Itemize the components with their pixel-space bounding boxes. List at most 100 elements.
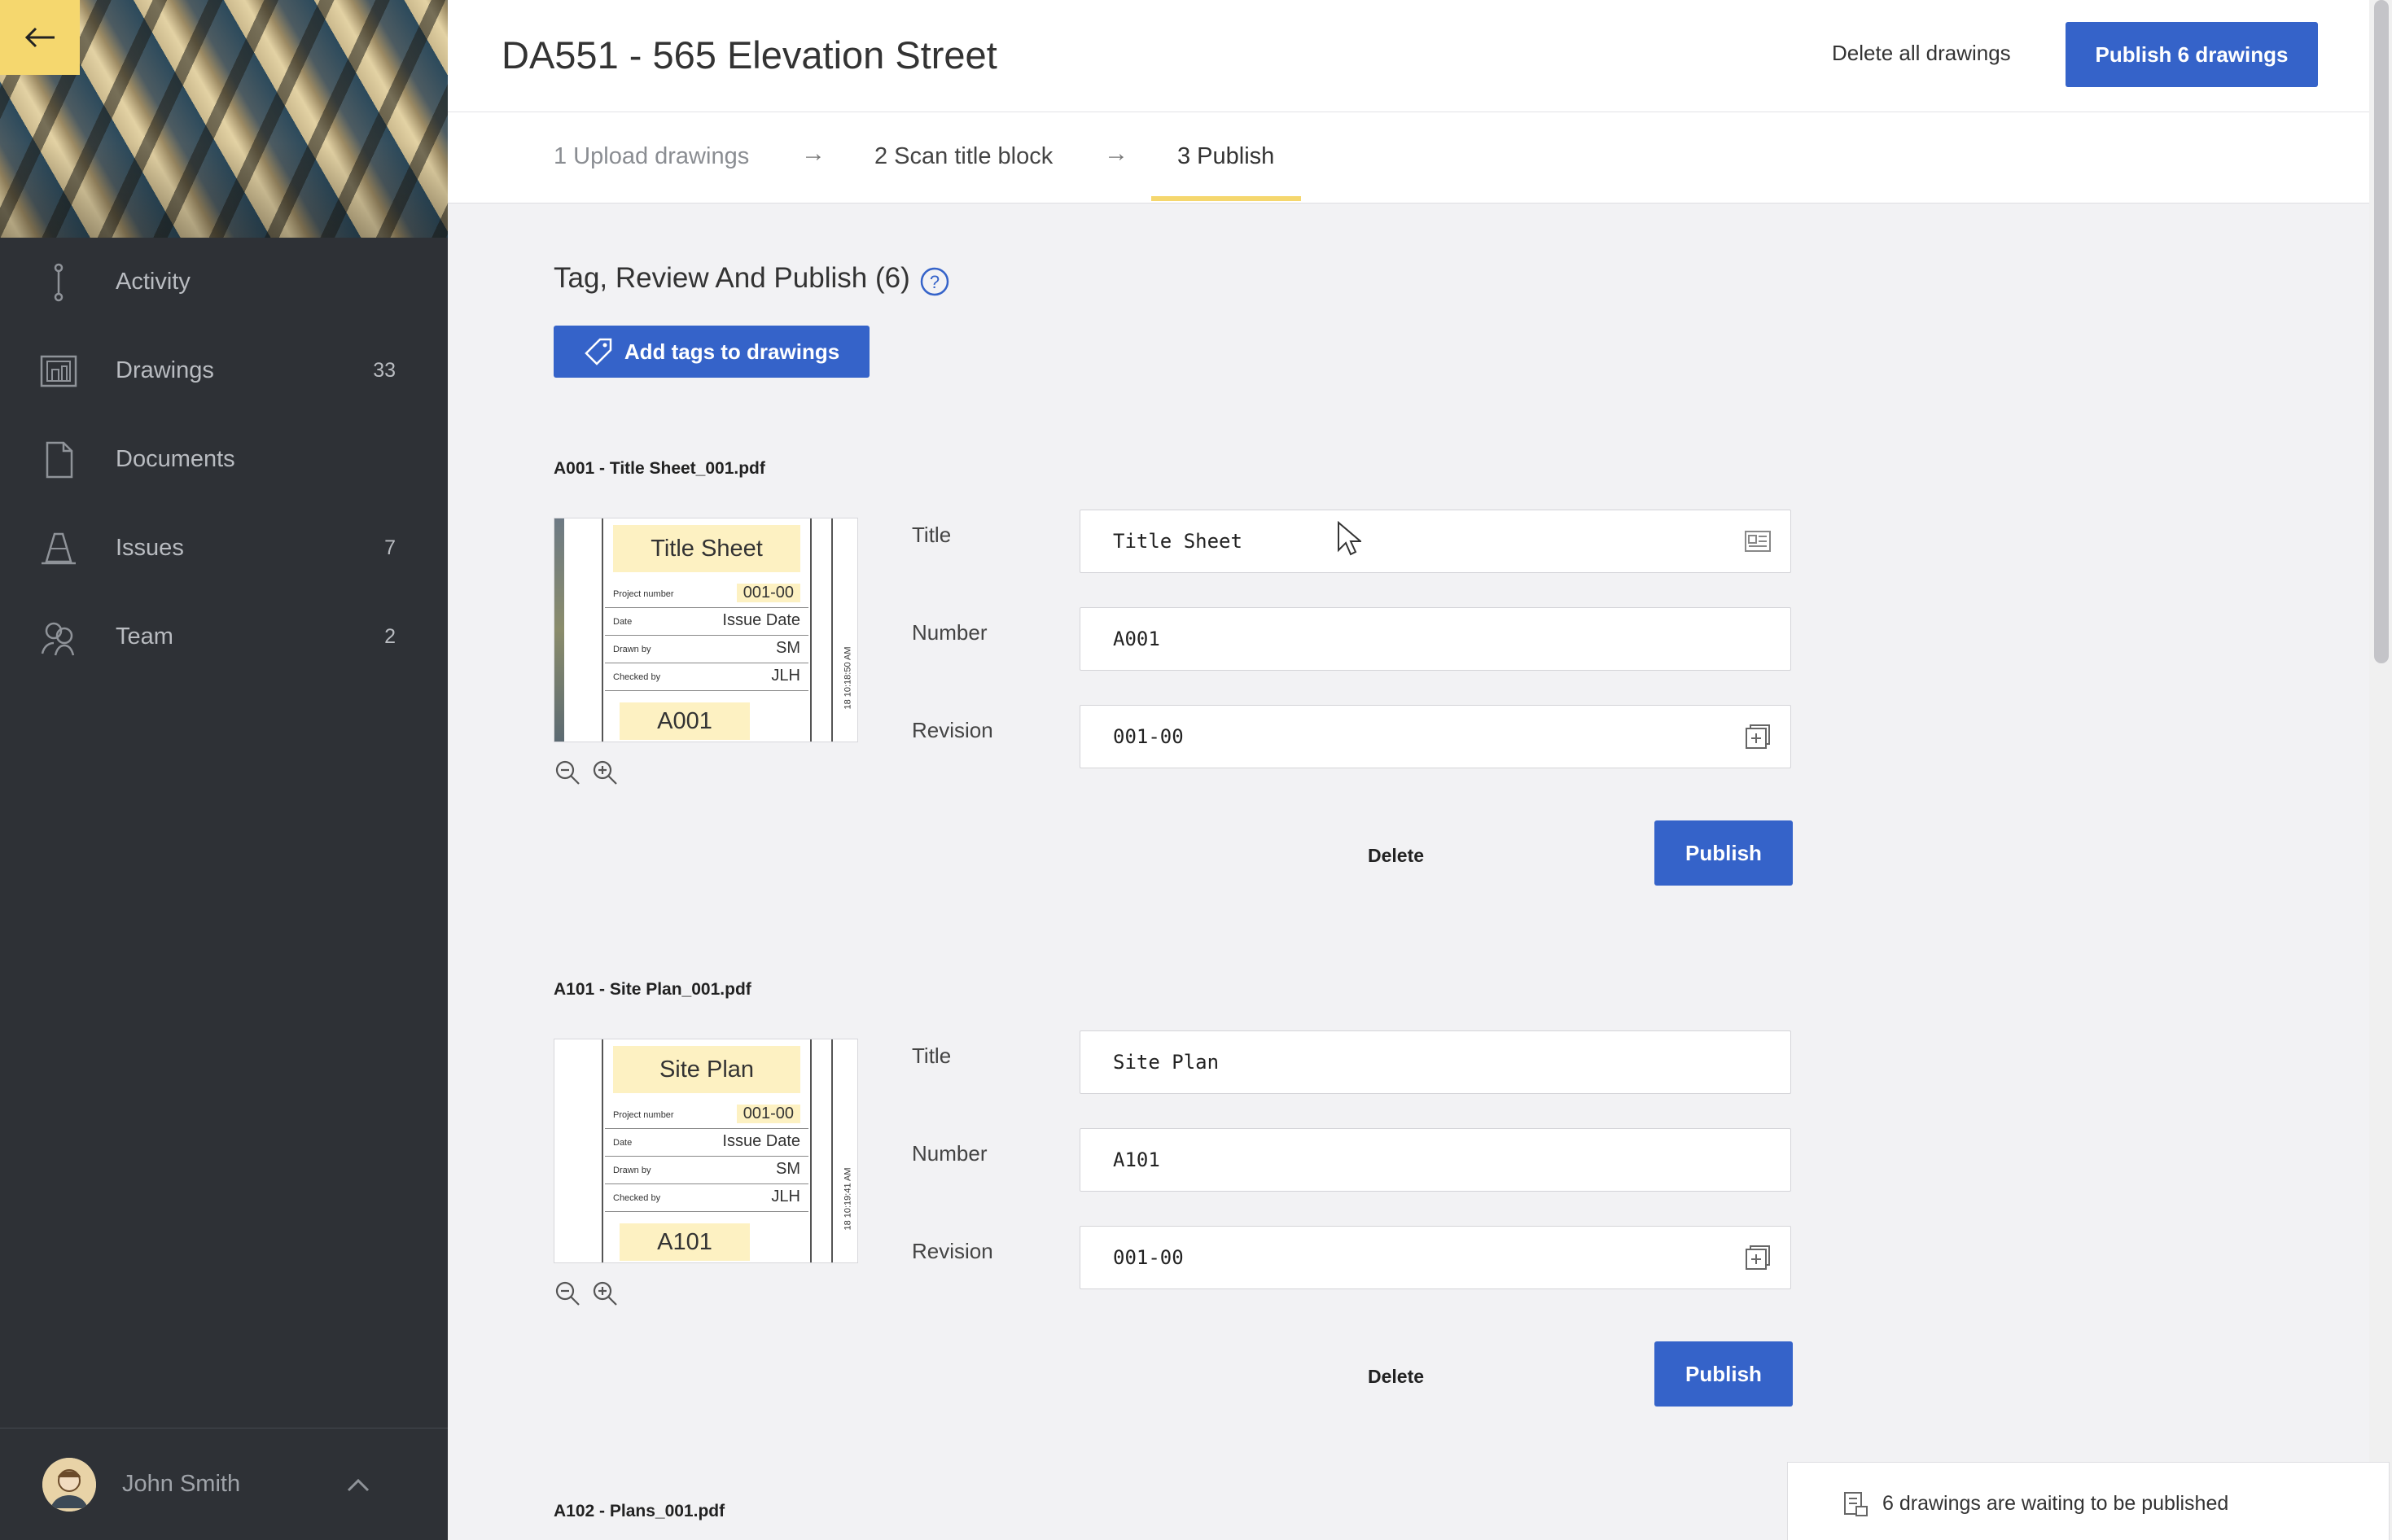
delete-all-drawings-link[interactable]: Delete all drawings: [1832, 41, 2011, 66]
help-icon[interactable]: ?: [920, 267, 949, 296]
step-scan-title-block[interactable]: 2 Scan title block: [874, 143, 1053, 170]
thumbnail-title: Title Sheet: [613, 525, 800, 572]
thumbnail-row-key: Project number: [613, 589, 674, 599]
zoom-in-icon[interactable]: [591, 759, 619, 786]
sidebar-item-label: Activity: [116, 269, 191, 295]
thumbnail-number: A001: [620, 702, 750, 740]
sidebar-item-count: 33: [373, 359, 396, 382]
sidebar-item-count: 2: [384, 625, 396, 648]
thumbnail-row: Date Issue Date: [605, 1129, 808, 1157]
thumbnail-row-key: Date: [613, 1138, 633, 1148]
publish-all-button[interactable]: Publish 6 drawings: [2066, 22, 2318, 87]
activity-icon: [39, 263, 78, 302]
scrollbar-thumb[interactable]: [2374, 0, 2389, 663]
number-input[interactable]: [1080, 607, 1791, 671]
revision-label: Revision: [912, 718, 993, 742]
revision-label: Revision: [912, 1239, 993, 1263]
drawing-thumbnail[interactable]: 18 10:19:41 AM Site Plan Project number 0…: [554, 1039, 858, 1263]
team-icon: [39, 618, 78, 657]
zoom-out-icon[interactable]: [554, 1280, 581, 1307]
user-menu[interactable]: John Smith: [0, 1428, 448, 1540]
mouse-cursor-icon: [1338, 521, 1361, 556]
sidebar-nav: Activity Drawings 33 Documents Issues 7: [0, 238, 448, 681]
thumbnail-row-value: SM: [776, 1160, 800, 1178]
drawing-file-name: A102 - Plans_001.pdf: [554, 1502, 725, 1520]
number-label: Number: [912, 620, 988, 645]
title-label: Title: [912, 1043, 952, 1068]
sidebar-item-label: Documents: [116, 446, 235, 472]
tag-icon: [585, 338, 612, 365]
zoom-in-icon[interactable]: [591, 1280, 619, 1307]
add-revision-icon[interactable]: [1744, 723, 1772, 750]
thumbnail-row-value: Issue Date: [722, 1132, 800, 1150]
thumbnail-row-key: Drawn by: [613, 645, 651, 654]
title-input[interactable]: [1080, 1030, 1791, 1094]
thumbnail-timestamp: 18 10:19:41 AM: [843, 1167, 853, 1231]
drawings-queue-icon: [1844, 1492, 1868, 1516]
drawing-file-name: A001 - Title Sheet_001.pdf: [554, 459, 765, 478]
add-revision-icon[interactable]: [1744, 1244, 1772, 1271]
drawing-thumbnail[interactable]: 18 10:18:50 AM Title Sheet Project numbe…: [554, 518, 858, 742]
scrollbar[interactable]: [2369, 0, 2392, 1540]
thumbnail-edge-strip: [554, 518, 564, 742]
chevron-up-icon[interactable]: [347, 1477, 370, 1492]
thumbnail-border-line: [831, 1039, 833, 1262]
thumbnail-row: Project number 001-00: [605, 1101, 808, 1129]
title-input[interactable]: [1080, 510, 1791, 573]
thumbnail-row-value: Issue Date: [722, 611, 800, 629]
add-tags-label: Add tags to drawings: [624, 339, 840, 364]
title-label: Title: [912, 523, 952, 547]
number-input[interactable]: [1080, 1128, 1791, 1192]
active-step-indicator: [1151, 196, 1301, 201]
step-upload-drawings[interactable]: 1 Upload drawings: [554, 143, 749, 170]
publish-drawing-button[interactable]: Publish: [1654, 820, 1793, 886]
main-content: DA551 - 565 Elevation Street Delete all …: [448, 0, 2392, 1540]
publish-drawing-button[interactable]: Publish: [1654, 1341, 1793, 1407]
sidebar-item-label: Drawings: [116, 357, 214, 383]
thumbnail-row: Drawn by SM: [605, 1157, 808, 1184]
thumbnail-row: Checked by JLH: [605, 663, 808, 691]
step-arrow-icon: →: [801, 140, 826, 167]
sidebar-item-drawings[interactable]: Drawings 33: [0, 326, 448, 415]
thumbnail-row-key: Drawn by: [613, 1166, 651, 1175]
page-header: DA551 - 565 Elevation Street Delete all …: [448, 0, 2369, 112]
thumbnail-row-key: Project number: [613, 1110, 674, 1120]
add-tags-button[interactable]: Add tags to drawings: [554, 326, 870, 378]
title-block-card-icon[interactable]: [1744, 527, 1772, 555]
back-button[interactable]: [0, 0, 80, 75]
document-icon: [39, 440, 78, 479]
drawing-file-name: A101 - Site Plan_001.pdf: [554, 980, 751, 999]
sidebar-item-label: Team: [116, 623, 173, 650]
number-label: Number: [912, 1141, 988, 1166]
thumbnail-number: A101: [620, 1223, 750, 1261]
thumbnail-row: Date Issue Date: [605, 608, 808, 636]
thumbnail-row-value: 001-00: [736, 584, 800, 602]
zoom-out-icon[interactable]: [554, 759, 581, 786]
section-title: Tag, Review And Publish (6): [554, 262, 910, 294]
revision-input[interactable]: [1080, 705, 1791, 768]
sidebar-item-team[interactable]: Team 2: [0, 593, 448, 681]
publish-status-toast: 6 drawings are waiting to be published: [1787, 1462, 2390, 1540]
thumbnail-row: Drawn by SM: [605, 636, 808, 663]
thumbnail-title: Site Plan: [613, 1046, 800, 1093]
thumbnail-row-key: Date: [613, 617, 633, 627]
delete-drawing-button[interactable]: Delete: [1368, 1366, 1424, 1388]
svg-text:?: ?: [930, 272, 940, 292]
sidebar: Activity Drawings 33 Documents Issues 7: [0, 0, 448, 1540]
step-publish[interactable]: 3 Publish: [1177, 143, 1274, 170]
thumbnail-row-key: Checked by: [613, 672, 661, 682]
drawings-icon: [39, 352, 78, 391]
thumbnail-row-value: SM: [776, 639, 800, 657]
thumbnail-timestamp: 18 10:18:50 AM: [843, 646, 853, 710]
thumbnail-row: Checked by JLH: [605, 1184, 808, 1212]
delete-drawing-button[interactable]: Delete: [1368, 845, 1424, 867]
sidebar-item-documents[interactable]: Documents: [0, 415, 448, 504]
sidebar-item-issues[interactable]: Issues 7: [0, 504, 448, 593]
thumbnail-row-value: 001-00: [736, 1105, 800, 1123]
revision-input[interactable]: [1080, 1226, 1791, 1289]
sidebar-item-label: Issues: [116, 535, 184, 561]
page-title: DA551 - 565 Elevation Street: [502, 33, 997, 77]
thumbnail-row-value: JLH: [771, 667, 800, 685]
toast-message: 6 drawings are waiting to be published: [1882, 1492, 2229, 1515]
sidebar-item-activity[interactable]: Activity: [0, 238, 448, 326]
